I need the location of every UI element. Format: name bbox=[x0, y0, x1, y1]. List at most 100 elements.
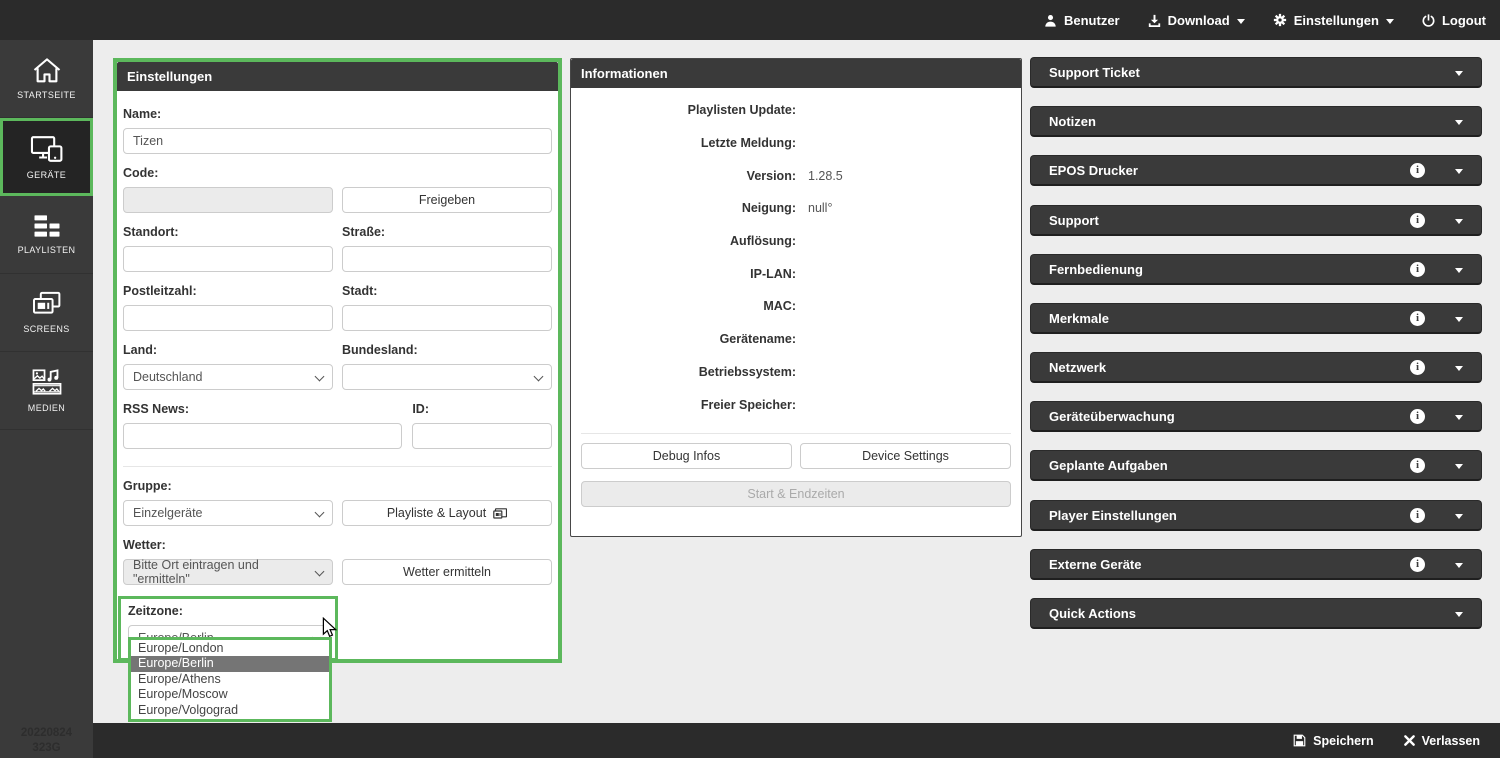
start-endzeiten-button-label: Start & Endzeiten bbox=[747, 487, 844, 501]
save-button[interactable]: Speichern bbox=[1293, 734, 1373, 748]
info-row: Version:1.28.5 bbox=[571, 159, 1021, 192]
strasse-input[interactable] bbox=[342, 246, 552, 272]
code-label: Code: bbox=[123, 166, 552, 180]
accordion-label: Notizen bbox=[1031, 114, 1410, 129]
user-icon bbox=[1044, 14, 1057, 27]
accordion-epos-drucker[interactable]: EPOS Druckeri bbox=[1030, 155, 1482, 186]
strasse-label: Straße: bbox=[342, 225, 552, 239]
chevron-down-icon bbox=[1455, 169, 1463, 174]
settings-menu[interactable]: Einstellungen bbox=[1273, 13, 1394, 28]
info-icon[interactable]: i bbox=[1410, 262, 1425, 277]
accordion-notizen[interactable]: Notizeni bbox=[1030, 106, 1482, 137]
accordion-label: Geräteüberwachung bbox=[1031, 409, 1410, 424]
sidebar-item-label: SCREENS bbox=[23, 324, 69, 334]
freigeben-button-label: Freigeben bbox=[419, 193, 475, 207]
zeitzone-option[interactable]: Europe/Moscow bbox=[131, 687, 329, 702]
zeitzone-option[interactable]: Europe/Athens bbox=[131, 672, 329, 687]
standort-label: Standort: bbox=[123, 225, 333, 239]
debug-infos-button[interactable]: Debug Infos bbox=[581, 443, 792, 469]
accordion-label: Fernbedienung bbox=[1031, 262, 1410, 277]
info-icon[interactable]: i bbox=[1410, 213, 1425, 228]
download-menu-label: Download bbox=[1168, 13, 1230, 28]
sidebar-item-medien[interactable]: MEDIEN bbox=[0, 352, 93, 430]
build-version: 20220824 323G bbox=[0, 726, 93, 756]
accordion-netzwerk[interactable]: Netzwerki bbox=[1030, 352, 1482, 383]
bundesland-select[interactable] bbox=[342, 364, 552, 390]
info-row: Playlisten Update: bbox=[571, 94, 1021, 127]
caret-down-icon bbox=[1386, 19, 1394, 24]
land-label: Land: bbox=[123, 343, 333, 357]
sidebar-item-startseite[interactable]: STARTSEITE bbox=[0, 40, 93, 118]
device-settings-button[interactable]: Device Settings bbox=[800, 443, 1011, 469]
wetter-select[interactable]: Bitte Ort eintragen und "ermitteln" bbox=[123, 559, 333, 585]
info-label: Version: bbox=[571, 169, 796, 183]
accordion-externe-geraete[interactable]: Externe Gerätei bbox=[1030, 549, 1482, 580]
chevron-down-icon bbox=[315, 508, 325, 518]
accordion-quick-actions[interactable]: Quick Actionsi bbox=[1030, 598, 1482, 629]
info-label: Gerätename: bbox=[571, 332, 796, 346]
name-input[interactable] bbox=[123, 128, 552, 154]
accordion-merkmale[interactable]: Merkmalei bbox=[1030, 303, 1482, 334]
save-icon bbox=[1293, 734, 1306, 747]
info-icon[interactable]: i bbox=[1410, 458, 1425, 473]
logout-button[interactable]: Logout bbox=[1422, 13, 1486, 28]
playliste-layout-button[interactable]: Playliste & Layout bbox=[342, 500, 552, 526]
accordion-geraeteueberwachung[interactable]: Geräteüberwachungi bbox=[1030, 401, 1482, 432]
accordion-fernbedienung[interactable]: Fernbedienungi bbox=[1030, 254, 1482, 285]
rss-news-input[interactable] bbox=[123, 423, 402, 449]
download-menu[interactable]: Download bbox=[1148, 13, 1245, 28]
wetter-ermitteln-button-label: Wetter ermitteln bbox=[403, 565, 491, 579]
chevron-down-icon bbox=[1455, 366, 1463, 371]
info-icon[interactable]: i bbox=[1410, 360, 1425, 375]
settings-panel-title: Einstellungen bbox=[117, 62, 558, 91]
info-row: IP-LAN: bbox=[571, 257, 1021, 290]
postleitzahl-input[interactable] bbox=[123, 305, 333, 331]
postleitzahl-label: Postleitzahl: bbox=[123, 284, 333, 298]
zeitzone-option[interactable]: Europe/London bbox=[131, 641, 329, 656]
info-icon[interactable]: i bbox=[1410, 163, 1425, 178]
accordion-label: EPOS Drucker bbox=[1031, 163, 1410, 178]
accordion-geplante-aufgaben[interactable]: Geplante Aufgabeni bbox=[1030, 450, 1482, 481]
code-input bbox=[123, 187, 333, 213]
topbar: Benutzer Download Einstellungen Logout bbox=[0, 0, 1500, 40]
gruppe-select-value: Einzelgeräte bbox=[133, 506, 203, 520]
accordion-support[interactable]: Supporti bbox=[1030, 205, 1482, 236]
info-icon[interactable]: i bbox=[1410, 557, 1425, 572]
sidebar-item-geraete[interactable]: GERÄTE bbox=[0, 118, 93, 196]
sidebar-item-playlisten[interactable]: PLAYLISTEN bbox=[0, 196, 93, 274]
info-label: Neigung: bbox=[571, 201, 796, 215]
leave-button[interactable]: Verlassen bbox=[1404, 734, 1480, 748]
id-input[interactable] bbox=[412, 423, 552, 449]
caret-down-icon bbox=[1237, 19, 1245, 24]
stadt-input[interactable] bbox=[342, 305, 552, 331]
info-row: Freier Speicher: bbox=[571, 388, 1021, 421]
settings-panel: Einstellungen Name: Code: Freigeben Stan… bbox=[113, 58, 562, 663]
accordion-label: Geplante Aufgaben bbox=[1031, 458, 1410, 473]
zeitzone-option[interactable]: Europe/Volgograd bbox=[131, 703, 329, 718]
info-icon[interactable]: i bbox=[1410, 508, 1425, 523]
standort-input[interactable] bbox=[123, 246, 333, 272]
sidebar-item-screens[interactable]: SCREENS bbox=[0, 274, 93, 352]
chevron-down-icon bbox=[1455, 71, 1463, 76]
device-settings-button-label: Device Settings bbox=[862, 449, 949, 463]
chevron-down-icon bbox=[315, 372, 325, 382]
accordion-player-einstellungen[interactable]: Player Einstellungeni bbox=[1030, 500, 1482, 531]
info-icon[interactable]: i bbox=[1410, 311, 1425, 326]
info-row: Letzte Meldung: bbox=[571, 127, 1021, 160]
gruppe-select[interactable]: Einzelgeräte bbox=[123, 500, 333, 526]
accordion-label: Quick Actions bbox=[1031, 606, 1410, 621]
land-select[interactable]: Deutschland bbox=[123, 364, 333, 390]
wetter-ermitteln-button[interactable]: Wetter ermitteln bbox=[342, 559, 552, 585]
zeitzone-option-selected[interactable]: Europe/Berlin bbox=[131, 656, 329, 671]
sidebar-item-label: GERÄTE bbox=[27, 170, 66, 180]
user-menu[interactable]: Benutzer bbox=[1044, 13, 1120, 28]
accordion-support-ticket[interactable]: Support Ticketi bbox=[1030, 57, 1482, 88]
logout-label: Logout bbox=[1442, 13, 1486, 28]
sidebar-item-label: MEDIEN bbox=[28, 403, 65, 413]
chevron-down-icon bbox=[1455, 219, 1463, 224]
info-icon[interactable]: i bbox=[1410, 409, 1425, 424]
freigeben-button[interactable]: Freigeben bbox=[342, 187, 552, 213]
info-panel-title: Informationen bbox=[571, 59, 1021, 88]
gruppe-label: Gruppe: bbox=[123, 479, 552, 493]
zeitzone-label: Zeitzone: bbox=[128, 604, 328, 618]
